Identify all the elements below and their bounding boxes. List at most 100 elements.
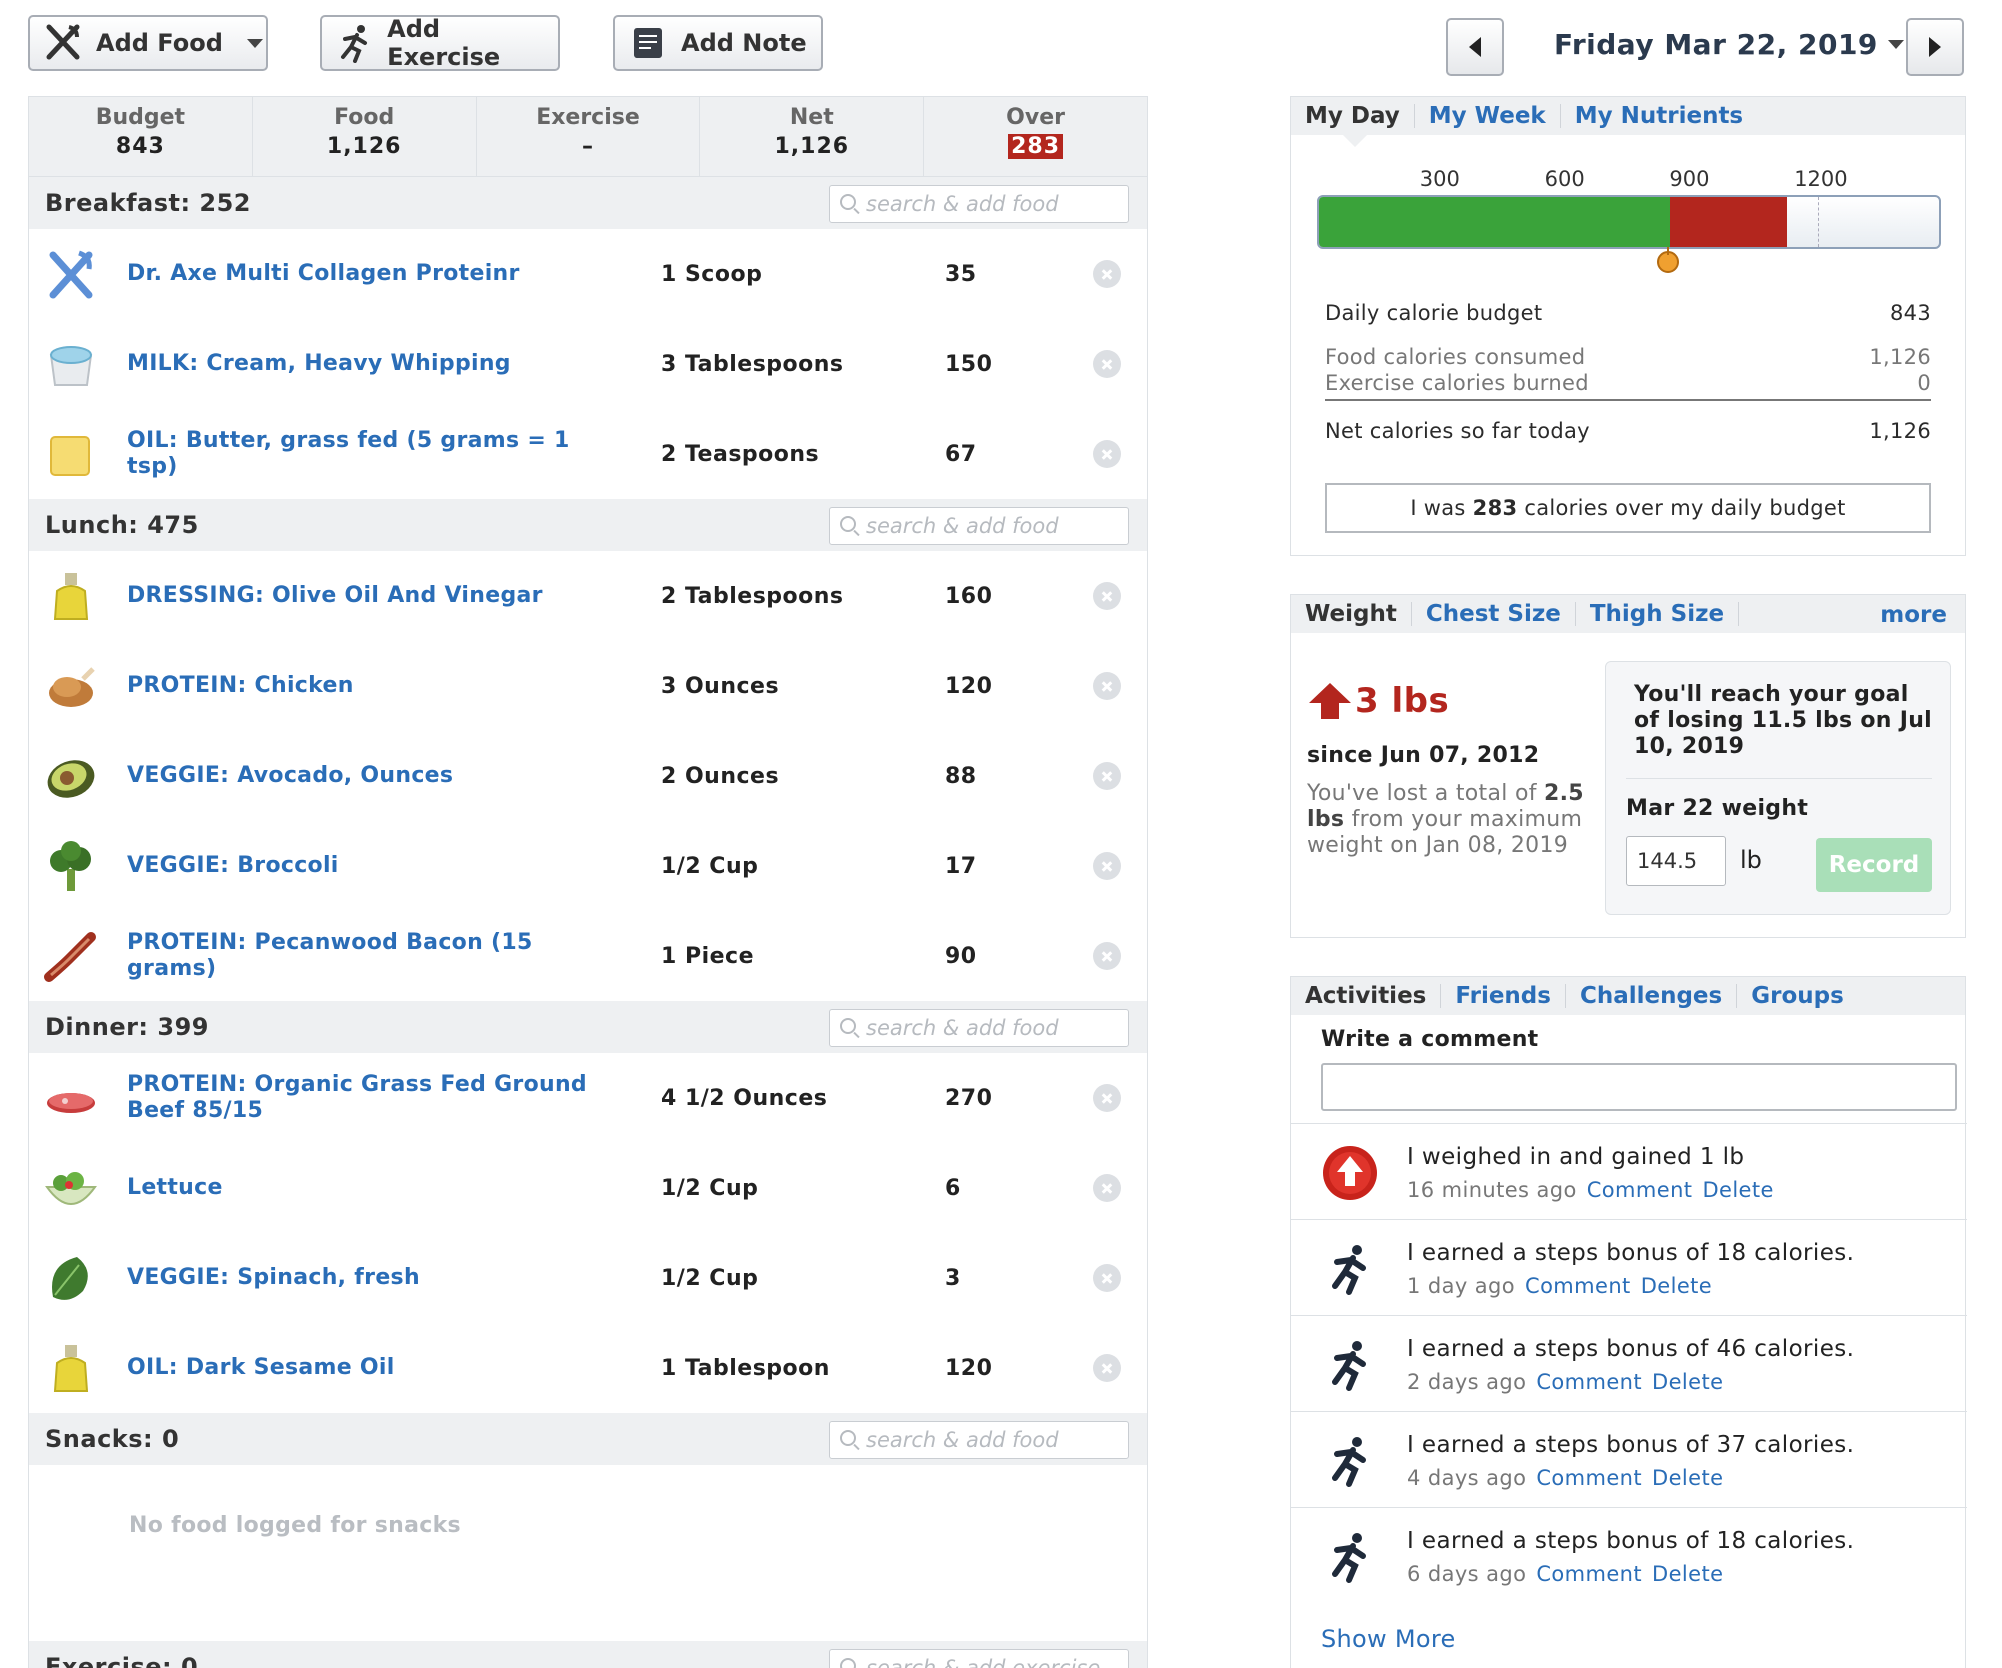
add-note-button[interactable]: Add Note xyxy=(613,15,823,71)
bar-over-segment xyxy=(1669,197,1788,247)
delete-link[interactable]: Delete xyxy=(1652,1466,1723,1490)
food-calories: 270 xyxy=(945,1085,993,1111)
food-row-value: 1,126 xyxy=(1869,345,1931,369)
tab-activities[interactable]: Activities xyxy=(1291,984,1442,1008)
oil-bottle-icon xyxy=(43,1341,99,1397)
net-row: Net calories so far today 1,126 xyxy=(1325,419,1931,443)
spinach-icon xyxy=(43,1251,99,1307)
comment-link[interactable]: Comment xyxy=(1536,1562,1642,1586)
activity-text: I weighed in and gained 1 lb xyxy=(1407,1144,1745,1170)
meal-search-input[interactable]: search & add exercise xyxy=(829,1649,1129,1668)
activity-text: I earned a steps bonus of 46 calories. xyxy=(1407,1336,1855,1362)
fork-knife-icon xyxy=(43,247,99,303)
weight-date-label: Mar 22 weight xyxy=(1626,796,1809,821)
remove-icon[interactable] xyxy=(1093,350,1121,378)
food-row: PROTEIN: Organic Grass Fed Ground Beef 8… xyxy=(29,1053,1147,1143)
tab-challenges[interactable]: Challenges xyxy=(1566,984,1738,1008)
food-calories: 160 xyxy=(945,583,993,609)
meal-search-input[interactable]: search & add food xyxy=(829,507,1129,545)
search-icon xyxy=(840,516,856,532)
food-name-link[interactable]: PROTEIN: Chicken xyxy=(127,641,627,731)
meal-search-input[interactable]: search & add food xyxy=(829,1009,1129,1047)
meal-header-exercise: Exercise: 0 search & add exercise xyxy=(29,1641,1147,1668)
scale-label: 300 xyxy=(1419,167,1460,191)
more-link[interactable]: more xyxy=(1880,602,1947,628)
activity-item: I weighed in and gained 1 lb 16 minutes … xyxy=(1291,1123,1967,1219)
add-food-button[interactable]: Add Food xyxy=(28,15,268,71)
food-quantity: 2 Tablespoons xyxy=(661,583,844,609)
food-calories: 150 xyxy=(945,351,993,377)
food-name-link[interactable]: OIL: Butter, grass fed (5 grams = 1 tsp) xyxy=(127,409,627,499)
runner-icon xyxy=(1321,1528,1379,1586)
weight-input[interactable] xyxy=(1626,836,1726,886)
food-name-link[interactable]: PROTEIN: Pecanwood Bacon (15 grams) xyxy=(127,911,627,1001)
budget-row-value: 843 xyxy=(1890,301,1931,325)
prev-day-button[interactable] xyxy=(1446,18,1504,76)
activities-panel: Activities Friends Challenges Groups Write … xyxy=(1290,976,1967,1668)
tab-my-day[interactable]: My Day xyxy=(1291,104,1415,128)
delete-link[interactable]: Delete xyxy=(1641,1274,1712,1298)
food-name-link[interactable]: OIL: Dark Sesame Oil xyxy=(127,1323,627,1413)
comment-link[interactable]: Comment xyxy=(1587,1178,1693,1202)
tab-my-week[interactable]: My Week xyxy=(1415,104,1561,128)
lost-pre: You've lost a total of xyxy=(1307,781,1545,806)
add-exercise-button[interactable]: Add Exercise xyxy=(320,15,560,71)
meal-search-input[interactable]: search & add food xyxy=(829,185,1129,223)
food-row: Lettuce 1/2 Cup 6 xyxy=(29,1143,1147,1233)
activity-meta: 2 days ago Comment Delete xyxy=(1407,1370,1723,1394)
next-day-button[interactable] xyxy=(1906,18,1964,76)
tab-chest-size[interactable]: Chest Size xyxy=(1412,602,1576,626)
comment-link[interactable]: Comment xyxy=(1536,1370,1642,1394)
food-name-link[interactable]: VEGGIE: Broccoli xyxy=(127,821,627,911)
runner-icon xyxy=(1321,1240,1379,1298)
remove-icon[interactable] xyxy=(1093,1354,1121,1382)
tab-friends[interactable]: Friends xyxy=(1441,984,1566,1008)
delete-link[interactable]: Delete xyxy=(1702,1178,1773,1202)
remove-icon[interactable] xyxy=(1093,1174,1121,1202)
budget-label: Budget xyxy=(95,105,186,130)
delete-link[interactable]: Delete xyxy=(1652,1370,1723,1394)
record-button[interactable]: Record xyxy=(1816,838,1932,892)
comment-input[interactable] xyxy=(1321,1063,1957,1111)
remove-icon[interactable] xyxy=(1093,440,1121,468)
food-quantity: 3 Tablespoons xyxy=(661,351,844,377)
food-name-link[interactable]: Dr. Axe Multi Collagen Proteinr xyxy=(127,229,627,319)
food-name-link[interactable]: PROTEIN: Organic Grass Fed Ground Beef 8… xyxy=(127,1053,627,1143)
comment-link[interactable]: Comment xyxy=(1536,1466,1642,1490)
fork-knife-icon xyxy=(42,22,84,64)
food-name-link[interactable]: DRESSING: Olive Oil And Vinegar xyxy=(127,551,627,641)
remove-icon[interactable] xyxy=(1093,582,1121,610)
food-name-link[interactable]: MILK: Cream, Heavy Whipping xyxy=(127,319,627,409)
calorie-summary: Budget 843 Food 1,126 Exercise – Net 1,126 O… xyxy=(29,97,1147,177)
search-icon xyxy=(840,194,856,210)
tab-weight[interactable]: Weight xyxy=(1291,602,1412,626)
food-name-link[interactable]: VEGGIE: Avocado, Ounces xyxy=(127,731,627,821)
summary-exercise: Exercise – xyxy=(477,97,701,176)
food-calories: 17 xyxy=(945,853,977,879)
activity-time: 4 days ago xyxy=(1407,1466,1527,1490)
tab-groups[interactable]: Groups xyxy=(1737,984,1858,1008)
activity-text: I earned a steps bonus of 18 calories. xyxy=(1407,1528,1855,1554)
date-selector[interactable]: Friday Mar 22, 2019 xyxy=(1554,28,1904,61)
tab-thigh-size[interactable]: Thigh Size xyxy=(1576,602,1740,626)
show-more-link[interactable]: Show More xyxy=(1321,1625,1456,1653)
net-label: Net xyxy=(789,105,834,130)
remove-icon[interactable] xyxy=(1093,762,1121,790)
remove-icon[interactable] xyxy=(1093,1084,1121,1112)
remove-icon[interactable] xyxy=(1093,672,1121,700)
food-name-link[interactable]: Lettuce xyxy=(127,1143,627,1233)
delete-link[interactable]: Delete xyxy=(1652,1562,1723,1586)
chevron-down-icon xyxy=(246,38,263,48)
food-name-link[interactable]: VEGGIE: Spinach, fresh xyxy=(127,1233,627,1323)
remove-icon[interactable] xyxy=(1093,260,1121,288)
remove-icon[interactable] xyxy=(1093,1264,1121,1292)
remove-icon[interactable] xyxy=(1093,942,1121,970)
activity-item: I earned a steps bonus of 18 calories. 1… xyxy=(1291,1219,1967,1315)
lost-post: from your maximum weight on Jan 08, 2019 xyxy=(1307,807,1583,858)
tab-my-nutrients[interactable]: My Nutrients xyxy=(1561,104,1757,128)
remove-icon[interactable] xyxy=(1093,852,1121,880)
meal-search-input[interactable]: search & add food xyxy=(829,1421,1129,1459)
food-quantity: 1/2 Cup xyxy=(661,1175,759,1201)
activity-time: 16 minutes ago xyxy=(1407,1178,1577,1202)
comment-link[interactable]: Comment xyxy=(1525,1274,1631,1298)
